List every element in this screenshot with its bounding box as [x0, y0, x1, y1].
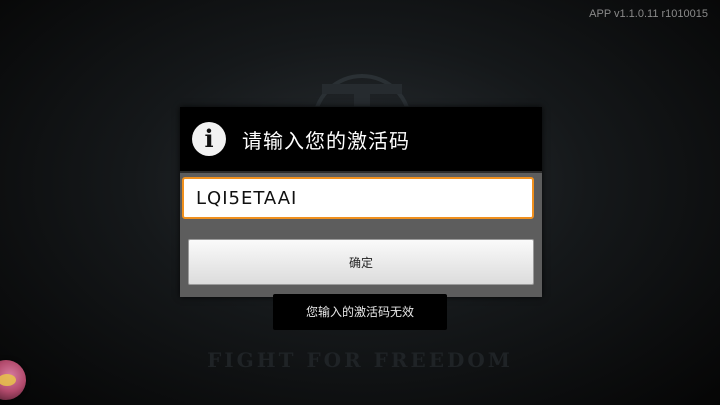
- info-icon: i: [192, 122, 226, 156]
- dialog-title: 请输入您的激活码: [242, 129, 410, 153]
- error-toast: 您输入的激活码无效: [273, 294, 447, 330]
- app-version-label: APP v1.1.0.11 r1010015: [589, 8, 708, 20]
- activation-dialog: i 请输入您的激活码 确定: [180, 107, 542, 297]
- input-area: [180, 173, 542, 233]
- activation-code-input[interactable]: [182, 177, 534, 219]
- confirm-button[interactable]: 确定: [188, 239, 534, 285]
- dialog-header: i 请输入您的激活码: [180, 107, 542, 173]
- game-tagline: FIGHT FOR FREEDOM: [207, 348, 513, 372]
